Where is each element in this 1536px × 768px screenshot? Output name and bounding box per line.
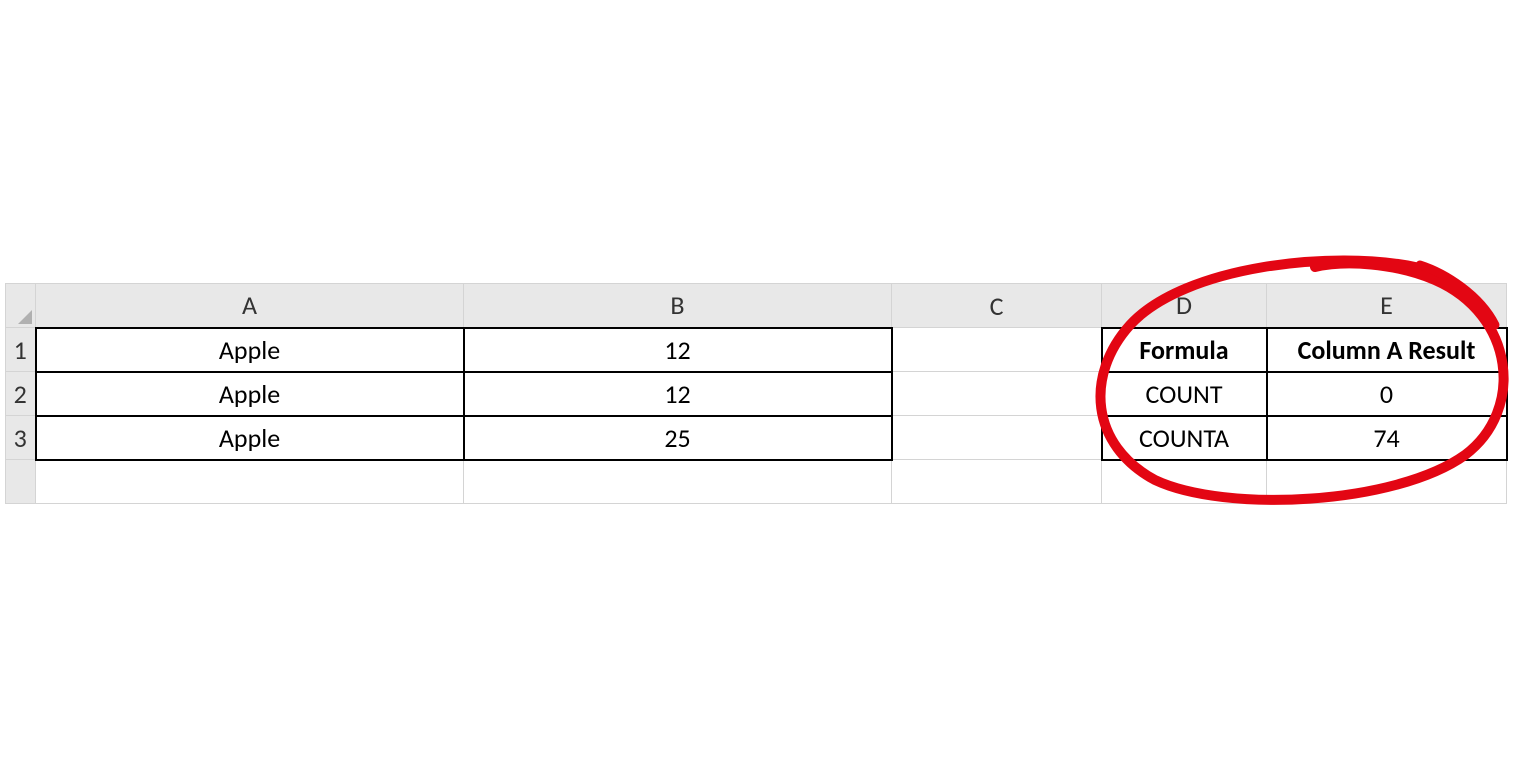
spreadsheet-grid: A B C D E 1 Apple 12 Formula Column A Re… xyxy=(5,283,1508,504)
cell-E3[interactable]: 74 xyxy=(1267,416,1507,460)
col-header-B[interactable]: B xyxy=(464,284,892,328)
row-header-2[interactable]: 2 xyxy=(6,372,36,416)
select-all-corner[interactable] xyxy=(6,284,36,328)
col-header-D[interactable]: D xyxy=(1102,284,1267,328)
cell-A4[interactable] xyxy=(36,460,464,504)
cell-B2[interactable]: 12 xyxy=(464,372,892,416)
cell-E1[interactable]: Column A Result xyxy=(1267,328,1507,372)
table-row: 3 Apple 25 COUNTA 74 xyxy=(6,416,1507,460)
table-row: 1 Apple 12 Formula Column A Result xyxy=(6,328,1507,372)
cell-D2[interactable]: COUNT xyxy=(1102,372,1267,416)
table-row xyxy=(6,460,1507,504)
col-header-A[interactable]: A xyxy=(36,284,464,328)
cell-C2[interactable] xyxy=(892,372,1102,416)
table-row: 2 Apple 12 COUNT 0 xyxy=(6,372,1507,416)
cell-E2[interactable]: 0 xyxy=(1267,372,1507,416)
row-header-4[interactable] xyxy=(6,460,36,504)
cell-A3[interactable]: Apple xyxy=(36,416,464,460)
cell-D1[interactable]: Formula xyxy=(1102,328,1267,372)
cell-B3[interactable]: 25 xyxy=(464,416,892,460)
cell-D4[interactable] xyxy=(1102,460,1267,504)
col-header-E[interactable]: E xyxy=(1267,284,1507,328)
col-header-C[interactable]: C xyxy=(892,284,1102,328)
cell-C1[interactable] xyxy=(892,328,1102,372)
cell-C4[interactable] xyxy=(892,460,1102,504)
column-header-row: A B C D E xyxy=(6,284,1507,328)
cell-A1[interactable]: Apple xyxy=(36,328,464,372)
cell-C3[interactable] xyxy=(892,416,1102,460)
cell-A2[interactable]: Apple xyxy=(36,372,464,416)
row-header-1[interactable]: 1 xyxy=(6,328,36,372)
cell-B1[interactable]: 12 xyxy=(464,328,892,372)
cell-E4[interactable] xyxy=(1267,460,1507,504)
cell-B4[interactable] xyxy=(464,460,892,504)
cell-D3[interactable]: COUNTA xyxy=(1102,416,1267,460)
row-header-3[interactable]: 3 xyxy=(6,416,36,460)
